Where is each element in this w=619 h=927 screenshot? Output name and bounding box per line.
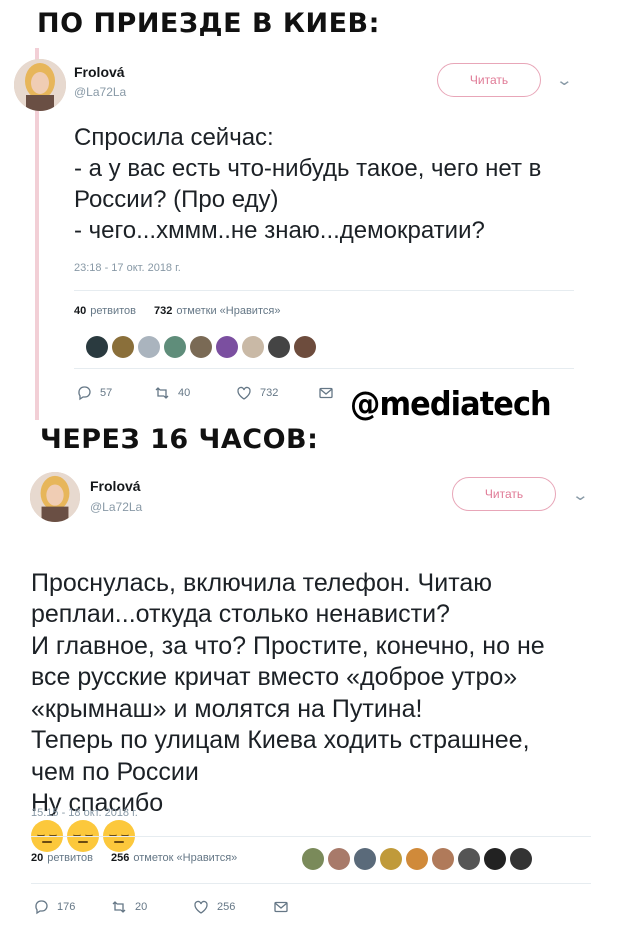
likers-row xyxy=(302,848,532,870)
retweet-icon xyxy=(112,901,126,913)
tweet-text: Спросила сейчас: - а у вас есть что-нибу… xyxy=(74,124,542,244)
retweet-count: 40 xyxy=(178,387,191,399)
heart-icon xyxy=(194,900,208,914)
emoji-row xyxy=(31,819,139,852)
timestamp[interactable]: 15:15 - 18 окт. 2018 г. xyxy=(31,807,138,819)
liker-avatar[interactable] xyxy=(458,848,480,870)
watermark: @mediatech xyxy=(350,384,552,423)
liker-avatar[interactable] xyxy=(216,336,238,358)
author-name[interactable]: Frolová xyxy=(74,64,125,80)
likers-row xyxy=(86,336,316,358)
chevron-down-icon[interactable]: ⌄ xyxy=(555,71,573,89)
message-button[interactable] xyxy=(273,899,289,915)
reply-count: 57 xyxy=(100,387,113,399)
tweet-actions: 57 40 732 xyxy=(76,385,334,401)
likes-count[interactable]: 732 xyxy=(154,305,172,317)
engagement-stats: 20 ретвитов 256 отметок «Нравится» xyxy=(31,852,237,864)
author-handle[interactable]: @La72La xyxy=(90,500,142,514)
like-count: 732 xyxy=(260,387,279,399)
liker-avatar[interactable] xyxy=(406,848,428,870)
author-handle[interactable]: @La72La xyxy=(74,85,126,99)
liker-avatar[interactable] xyxy=(164,336,186,358)
timestamp[interactable]: 23:18 - 17 окт. 2018 г. xyxy=(74,262,181,274)
follow-button[interactable]: Читать xyxy=(452,477,556,511)
divider xyxy=(74,290,574,291)
retweet-count: 20 xyxy=(135,901,148,913)
middle-caption: ЧЕРЕЗ 16 ЧАСОВ: xyxy=(40,424,319,455)
retweet-button[interactable]: 40 xyxy=(154,385,236,401)
reply-icon xyxy=(78,386,91,401)
liker-avatar[interactable] xyxy=(242,336,264,358)
like-button[interactable]: 256 xyxy=(193,899,273,915)
tweet-text-body: Проснулась, включила телефон. Читаю репл… xyxy=(31,568,545,818)
reply-count: 176 xyxy=(57,901,76,913)
liker-avatar[interactable] xyxy=(138,336,160,358)
author-name[interactable]: Frolová xyxy=(90,478,141,494)
reply-button[interactable]: 57 xyxy=(76,385,154,401)
liker-avatar[interactable] xyxy=(354,848,376,870)
liker-avatar[interactable] xyxy=(294,336,316,358)
liker-avatar[interactable] xyxy=(432,848,454,870)
like-button[interactable]: 732 xyxy=(236,385,318,401)
liker-avatar[interactable] xyxy=(328,848,350,870)
retweets-count[interactable]: 20 xyxy=(31,852,43,864)
divider xyxy=(74,368,574,369)
retweets-count[interactable]: 40 xyxy=(74,305,86,317)
liker-avatar[interactable] xyxy=(86,336,108,358)
envelope-icon xyxy=(274,901,288,913)
divider xyxy=(31,883,591,884)
envelope-icon xyxy=(319,387,333,399)
liker-avatar[interactable] xyxy=(510,848,532,870)
reply-button[interactable]: 176 xyxy=(33,899,111,915)
heart-icon xyxy=(237,386,251,400)
tweet-card-2: Frolová @La72La Читать ⌄ Проснулась, вкл… xyxy=(0,470,619,927)
liker-avatar[interactable] xyxy=(190,336,212,358)
divider xyxy=(31,836,591,837)
likes-label[interactable]: отметок «Нравится» xyxy=(133,852,237,864)
retweets-label[interactable]: ретвитов xyxy=(47,852,93,864)
retweet-icon xyxy=(155,387,169,399)
tweet-actions: 176 20 256 xyxy=(33,899,289,915)
likes-label[interactable]: отметки «Нравится» xyxy=(176,305,280,317)
liker-avatar[interactable] xyxy=(484,848,506,870)
retweet-button[interactable]: 20 xyxy=(111,899,193,915)
reply-icon xyxy=(35,900,48,915)
engagement-stats: 40 ретвитов 732 отметки «Нравится» xyxy=(74,305,280,317)
chevron-down-icon[interactable]: ⌄ xyxy=(571,486,589,504)
avatar[interactable] xyxy=(14,59,66,111)
likes-count[interactable]: 256 xyxy=(111,852,129,864)
top-caption: ПО ПРИЕЗДЕ В КИЕВ: xyxy=(37,8,380,39)
liker-avatar[interactable] xyxy=(268,336,290,358)
follow-button[interactable]: Читать xyxy=(437,63,541,97)
avatar[interactable] xyxy=(30,472,80,522)
retweets-label[interactable]: ретвитов xyxy=(90,305,136,317)
tweet-card-1: Frolová @La72La Читать ⌄ Спросила сейчас… xyxy=(0,55,619,420)
message-button[interactable] xyxy=(318,385,334,401)
liker-avatar[interactable] xyxy=(302,848,324,870)
liker-avatar[interactable] xyxy=(380,848,402,870)
liker-avatar[interactable] xyxy=(112,336,134,358)
like-count: 256 xyxy=(217,901,236,913)
